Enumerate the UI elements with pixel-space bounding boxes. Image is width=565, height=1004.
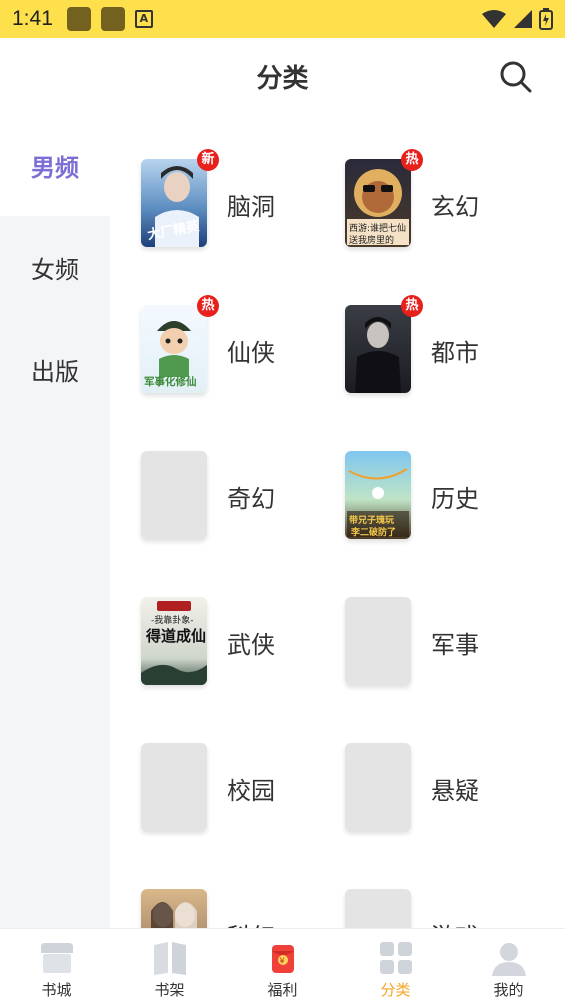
- book-cover: 大厂精英: [141, 159, 207, 247]
- book-cover-placeholder: [345, 889, 411, 928]
- status-time: 1:41: [12, 7, 53, 30]
- book-cover-placeholder: [345, 597, 411, 685]
- new-badge: 新: [197, 149, 219, 171]
- category-name: 校园: [227, 777, 275, 805]
- category-name: 玄幻: [431, 193, 479, 221]
- tab-profile[interactable]: 我的: [452, 929, 565, 1004]
- category-item[interactable]: 游戏: [345, 889, 545, 928]
- page-header: 分类: [0, 38, 565, 114]
- book-cover: 军事化修仙: [141, 305, 207, 393]
- tab-bookstore[interactable]: 书城: [0, 929, 113, 1004]
- svg-text:带兄子瑰玩: 带兄子瑰玩: [349, 514, 394, 526]
- category-name: 武侠: [227, 631, 275, 659]
- category-name: 历史: [431, 485, 479, 513]
- tab-welfare[interactable]: ¥ 福利: [226, 929, 339, 1004]
- notification-icon: [100, 7, 125, 31]
- tab-label: 福利: [267, 981, 298, 999]
- category-name: 悬疑: [431, 777, 479, 805]
- svg-text:¥: ¥: [279, 957, 284, 966]
- svg-text:得道成仙: 得道成仙: [145, 627, 206, 645]
- category-name: 游戏: [431, 917, 479, 928]
- category-name: 脑洞: [227, 193, 275, 221]
- category-item[interactable]: 热 都市: [345, 295, 545, 405]
- svg-text:李二破防了: 李二破防了: [350, 526, 396, 538]
- tab-label: 我的: [493, 981, 524, 999]
- category-item[interactable]: 大厂精英 新 脑洞: [141, 149, 341, 259]
- category-name: 军事: [431, 631, 479, 659]
- book-cover-placeholder: [141, 743, 207, 831]
- category-name: 奇幻: [227, 485, 275, 513]
- tab-label: 书城: [41, 981, 72, 999]
- hot-badge: 热: [401, 295, 423, 317]
- bookstore-icon: [40, 943, 73, 973]
- book-cover: -我靠卦象- 得道成仙: [141, 597, 207, 685]
- category-item[interactable]: -我靠卦象- 得道成仙 武侠: [141, 597, 341, 697]
- category-name: 科幻: [227, 917, 275, 928]
- profile-icon: [491, 943, 526, 976]
- book-cover: [345, 305, 411, 393]
- svg-text:-我靠卦象-: -我靠卦象-: [151, 614, 194, 626]
- battery-icon: [539, 8, 553, 30]
- wifi-icon: [482, 10, 506, 28]
- category-sidebar: 男频 女频 出版: [0, 114, 110, 928]
- category-item[interactable]: 军事化修仙 热 仙侠: [141, 295, 341, 405]
- hot-badge: 热: [401, 149, 423, 171]
- category-name: 都市: [431, 339, 479, 367]
- category-item[interactable]: 军事: [345, 597, 545, 697]
- category-name: 仙侠: [227, 339, 275, 367]
- category-item[interactable]: 悬疑: [345, 743, 545, 843]
- book-cover-placeholder: [345, 743, 411, 831]
- tab-label: 书架: [154, 981, 185, 999]
- category-item[interactable]: 奇幻: [141, 451, 341, 551]
- tab-label: 分类: [380, 981, 411, 999]
- search-icon[interactable]: [499, 60, 533, 94]
- book-cover: 带兄子瑰玩 李二破防了: [345, 451, 411, 539]
- category-grid: 大厂精英 新 脑洞 西游:谁把七仙 送我房里的 热 玄幻 军事化修仙 热 仙侠 热…: [110, 114, 565, 928]
- tab-category[interactable]: 分类: [339, 929, 452, 1004]
- book-cover: [141, 889, 207, 928]
- category-item[interactable]: 校园: [141, 743, 341, 843]
- book-cover-placeholder: [141, 451, 207, 539]
- svg-text:送我房里的: 送我房里的: [349, 234, 394, 246]
- red-envelope-icon: ¥: [271, 945, 294, 973]
- category-item[interactable]: 带兄子瑰玩 李二破防了 历史: [345, 451, 545, 551]
- signal-icon: [514, 10, 532, 28]
- category-grid-icon: [379, 942, 412, 974]
- app-notification-icon: A: [134, 10, 153, 28]
- category-item[interactable]: 科幻: [141, 889, 341, 928]
- bottom-tab-bar: 书城 书架 ¥ 福利 分类 我的: [0, 928, 565, 1004]
- tab-bookshelf[interactable]: 书架: [113, 929, 226, 1004]
- hot-badge: 热: [197, 295, 219, 317]
- page-title: 分类: [256, 64, 309, 94]
- sidebar-item-publishing[interactable]: 出版: [0, 318, 110, 420]
- svg-text:西游:谁把七仙: 西游:谁把七仙: [349, 222, 406, 234]
- book-cover: 西游:谁把七仙 送我房里的: [345, 159, 411, 247]
- sidebar-item-male[interactable]: 男频: [0, 114, 110, 216]
- notification-icon: [66, 7, 91, 31]
- svg-text:军事化修仙: 军事化修仙: [144, 375, 197, 388]
- sidebar-item-female[interactable]: 女频: [0, 216, 110, 318]
- category-item[interactable]: 西游:谁把七仙 送我房里的 热 玄幻: [345, 149, 545, 259]
- bookshelf-icon: [153, 942, 186, 975]
- status-bar: 1:41 A: [0, 0, 565, 38]
